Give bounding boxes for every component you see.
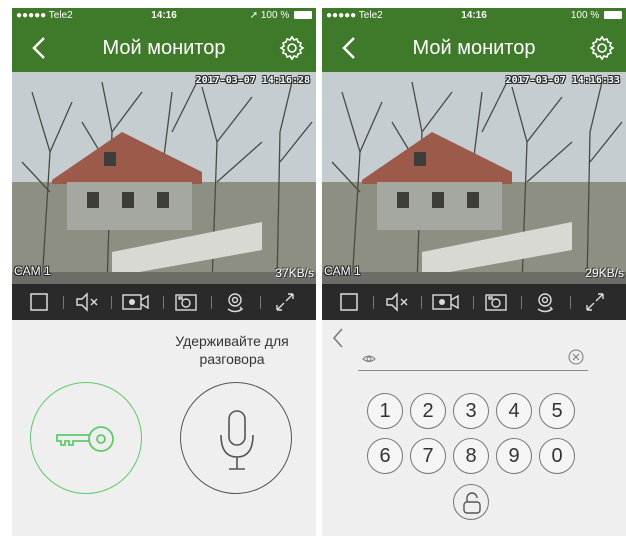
unlock-door-button[interactable] — [30, 382, 142, 494]
show-password-button[interactable] — [362, 351, 376, 363]
unlock-button[interactable] — [453, 484, 489, 520]
video-timestamp: 2017-03-07 14:16:28 — [195, 75, 310, 86]
divider — [63, 296, 64, 309]
stop-icon — [30, 293, 48, 311]
pin-input-row — [358, 345, 588, 371]
camera-image — [322, 72, 626, 284]
left-screen: ●●●●● Tele2 14:16 ➚ 100 % Мой монитор 20… — [12, 8, 316, 536]
mute-icon — [76, 292, 98, 312]
switch-camera-button[interactable] — [222, 290, 248, 314]
divider — [111, 296, 112, 309]
snapshot-button[interactable] — [483, 290, 509, 314]
keypad-key-7[interactable]: 7 — [410, 438, 446, 474]
divider — [163, 296, 164, 309]
key-icon — [56, 426, 114, 452]
pin-back-button[interactable] — [330, 326, 346, 350]
record-icon — [432, 294, 459, 310]
talk-hint-line1: Удерживайте для — [175, 333, 289, 349]
stop-button[interactable] — [26, 290, 52, 314]
keypad-key-8[interactable]: 8 — [453, 438, 489, 474]
keypad-key-6[interactable]: 6 — [367, 438, 403, 474]
keypad-key-0[interactable]: 0 — [539, 438, 575, 474]
switch-camera-button[interactable] — [532, 290, 558, 314]
bitrate: 29KB/s — [585, 266, 624, 280]
camera-feed[interactable]: 2017-03-07 14:16:33 CAM 1 29KB/s — [322, 72, 626, 284]
divider — [421, 296, 422, 309]
record-button[interactable] — [121, 290, 149, 314]
camera-icon — [175, 294, 197, 311]
pin-input[interactable] — [382, 347, 562, 367]
switch-camera-icon — [227, 293, 244, 313]
page-title: Мой монитор — [102, 37, 226, 59]
camera-icon — [485, 294, 507, 311]
stop-button[interactable] — [336, 290, 362, 314]
keypad-key-3[interactable]: 3 — [453, 393, 489, 429]
keypad-key-4[interactable]: 4 — [496, 393, 532, 429]
status-bar: ●●●●● Tele2 14:16 100 % — [322, 8, 626, 24]
record-button[interactable] — [431, 290, 459, 314]
switch-camera-icon — [537, 293, 554, 313]
fullscreen-icon — [586, 293, 604, 311]
right-screen: ●●●●● Tele2 14:16 100 % Мой монитор 2017… — [322, 8, 626, 536]
camera-label: CAM 1 — [324, 264, 361, 278]
snapshot-button[interactable] — [173, 290, 199, 314]
talk-hint-line2: разговора — [199, 351, 265, 367]
battery-status: 100 % — [571, 10, 622, 21]
location-icon: ➚ — [249, 10, 259, 21]
divider — [521, 296, 522, 309]
camera-image — [12, 72, 316, 284]
bitrate: 37KB/s — [275, 266, 314, 280]
mute-button[interactable] — [384, 290, 410, 314]
stop-icon — [340, 293, 358, 311]
clear-icon — [568, 349, 584, 365]
fullscreen-icon — [276, 293, 294, 311]
divider — [473, 296, 474, 309]
chevron-left-icon — [332, 328, 343, 348]
keypad-key-9[interactable]: 9 — [496, 438, 532, 474]
talk-button[interactable] — [180, 382, 292, 494]
nav-bar: Мой монитор — [322, 24, 626, 72]
microphone-icon — [220, 410, 254, 470]
video-toolbar — [322, 284, 626, 320]
gear-icon — [279, 35, 305, 61]
battery-icon — [604, 11, 622, 20]
mute-button[interactable] — [74, 290, 100, 314]
fullscreen-button[interactable] — [272, 290, 298, 314]
gear-icon — [589, 35, 615, 61]
page-title: Мой монитор — [412, 37, 536, 59]
keypad-key-1[interactable]: 1 — [367, 393, 403, 429]
mute-icon — [386, 292, 408, 312]
keypad-key-2[interactable]: 2 — [410, 393, 446, 429]
video-toolbar — [12, 284, 316, 320]
talk-hint: Удерживайте для разговора — [152, 332, 312, 368]
keypad-key-5[interactable]: 5 — [539, 393, 575, 429]
battery-icon — [294, 11, 312, 20]
clear-button[interactable] — [568, 349, 584, 365]
record-icon — [122, 294, 149, 310]
battery-level: 100 % — [570, 10, 600, 21]
camera-feed[interactable]: 2017-03-07 14:16:28 CAM 1 37KB/s — [12, 72, 316, 284]
divider — [260, 296, 261, 309]
divider — [211, 296, 212, 309]
battery-status: ➚ 100 % — [250, 10, 312, 21]
settings-button[interactable] — [588, 34, 616, 62]
nav-bar: Мой монитор — [12, 24, 316, 72]
unlock-icon — [463, 492, 481, 514]
settings-button[interactable] — [278, 34, 306, 62]
divider — [373, 296, 374, 309]
camera-label: CAM 1 — [14, 264, 51, 278]
status-bar: ●●●●● Tele2 14:16 ➚ 100 % — [12, 8, 316, 24]
divider — [570, 296, 571, 309]
eye-icon — [362, 355, 376, 362]
battery-level: 100 % — [260, 10, 290, 21]
fullscreen-button[interactable] — [582, 290, 608, 314]
video-timestamp: 2017-03-07 14:16:33 — [505, 75, 620, 86]
